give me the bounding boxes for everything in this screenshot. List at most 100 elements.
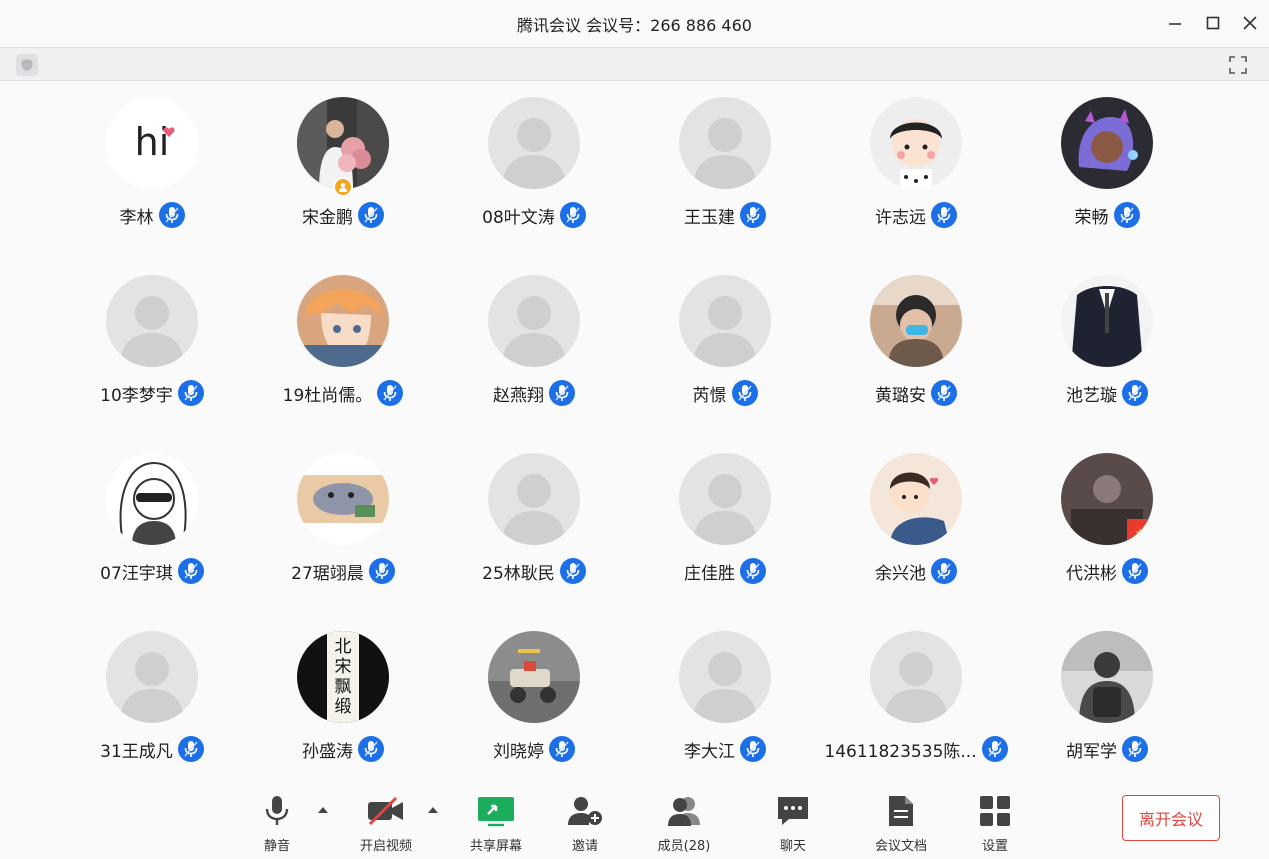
chat-button[interactable]: 聊天 <box>753 793 833 855</box>
security-button[interactable] <box>16 54 38 76</box>
participant-name: 余兴池 <box>875 563 926 584</box>
participant-tile[interactable]: 王玉建 <box>635 81 815 231</box>
microphone-icon <box>184 741 198 757</box>
participant-tile[interactable]: 刘晓婷 <box>444 615 624 765</box>
window-title: 腾讯会议 会议号：266 886 460 <box>517 16 752 35</box>
avatar <box>1061 631 1153 723</box>
participant-tile[interactable]: 胡军学 <box>1017 615 1197 765</box>
mic-status-icon <box>981 736 1008 762</box>
participant-tile[interactable]: 黄璐安 <box>826 259 1006 409</box>
members-button[interactable]: 成员(28) <box>644 793 724 855</box>
mic-status-icon <box>740 736 766 762</box>
mic-status-icon <box>731 380 758 406</box>
mic-status-icon <box>377 380 404 406</box>
avatar <box>870 275 962 367</box>
participant-tile[interactable]: 庄佳胜 <box>635 437 815 587</box>
participant-tile[interactable]: ★ 代洪彬 <box>1017 437 1197 587</box>
avatar <box>297 275 389 367</box>
close-button[interactable] <box>1239 12 1261 34</box>
microphone-icon <box>1128 741 1142 757</box>
participant-name: 代洪彬 <box>1066 563 1117 584</box>
participant-tile[interactable]: 李大江 <box>635 615 815 765</box>
participant-tile[interactable]: 31王成凡 <box>62 615 242 765</box>
microphone-icon <box>1119 207 1134 223</box>
microphone-icon <box>364 207 378 223</box>
participant-name-row: 胡军学 <box>1017 736 1197 762</box>
participant-name-row: 余兴池 <box>826 558 1006 584</box>
participant-name-row: 庄佳胜 <box>635 558 815 584</box>
microphone-icon <box>375 563 389 579</box>
person-icon <box>339 183 347 192</box>
participant-name: 胡军学 <box>1066 741 1117 762</box>
leave-meeting-button[interactable]: 离开会议 <box>1122 795 1220 841</box>
settings-button[interactable]: 设置 <box>955 793 1035 855</box>
fullscreen-icon <box>1229 56 1247 74</box>
participant-tile[interactable]: 14611823535陈... <box>824 615 1008 765</box>
participant-name-row: 池艺璇 <box>1017 380 1197 406</box>
participant-tile[interactable]: 25林耿民 <box>444 437 624 587</box>
participant-tile[interactable]: 芮憬 <box>635 259 815 409</box>
meeting-toolbar: 静音 开启视频 共享屏幕 邀请 成员(28) 聊天 会议文档 设置 离开会议 <box>0 771 1269 859</box>
microphone-icon <box>746 741 760 757</box>
fullscreen-button[interactable] <box>1226 53 1250 77</box>
audio-options-caret[interactable] <box>316 805 330 815</box>
participant-tile[interactable]: hi 李林 <box>62 81 242 231</box>
mic-status-icon <box>1122 736 1148 762</box>
participant-name: 庄佳胜 <box>684 563 735 584</box>
invite-button[interactable]: 邀请 <box>545 793 625 855</box>
participant-name-row: 刘晓婷 <box>444 736 624 762</box>
docs-label: 会议文档 <box>874 839 927 854</box>
avatar <box>488 453 580 545</box>
share-screen-button[interactable]: 共享屏幕 <box>456 793 536 855</box>
participant-tile[interactable]: 10李梦宇 <box>62 259 242 409</box>
mic-status-icon <box>177 736 204 762</box>
avatar <box>870 97 962 189</box>
participant-name-row: 芮憬 <box>635 380 815 406</box>
mic-status-icon <box>740 558 766 584</box>
close-icon <box>1243 16 1257 30</box>
mic-status-icon <box>1122 380 1148 406</box>
maximize-icon <box>1206 16 1220 30</box>
video-options-caret[interactable] <box>426 805 440 815</box>
participant-name-row: 李林 <box>62 202 242 228</box>
mic-status-icon <box>559 202 586 228</box>
participant-tile[interactable]: 07汪宇琪 <box>62 437 242 587</box>
participant-tile[interactable]: 余兴池 <box>826 437 1006 587</box>
participant-tile[interactable]: 08叶文涛 <box>444 81 624 231</box>
participant-tile[interactable]: 池艺璇 <box>1017 259 1197 409</box>
participant-tile[interactable]: 27琚翊晨 <box>253 437 433 587</box>
participant-name-row: 赵燕翔 <box>444 380 624 406</box>
avatar: hi <box>106 97 198 189</box>
minimize-button[interactable] <box>1164 12 1186 34</box>
microphone-icon <box>746 207 760 223</box>
participant-tile[interactable]: 赵燕翔 <box>444 259 624 409</box>
participant-tile[interactable]: 北宋飘缎 孙盛涛 <box>253 615 433 765</box>
participant-name-row: 李大江 <box>635 736 815 762</box>
avatar-calligraphy-text: 北宋飘缎 <box>334 637 352 717</box>
minimize-icon <box>1169 23 1181 25</box>
maximize-button[interactable] <box>1202 12 1224 34</box>
microphone-icon <box>1128 385 1142 401</box>
chevron-up-icon <box>318 807 328 813</box>
participant-name: 07汪宇琪 <box>100 563 173 584</box>
mute-button[interactable]: 静音 <box>237 793 317 855</box>
settings-label: 设置 <box>981 839 1008 854</box>
meeting-docs-button[interactable]: 会议文档 <box>861 793 941 855</box>
participant-tile[interactable]: 荣畅 <box>1017 81 1197 231</box>
participant-tile[interactable]: 许志远 <box>826 81 1006 231</box>
participant-name-row: 31王成凡 <box>62 736 242 762</box>
microphone-icon <box>737 385 752 401</box>
svg-text:★: ★ <box>1135 526 1146 540</box>
start-video-button[interactable]: 开启视频 <box>346 793 426 855</box>
participant-name-row: 宋金鹏 <box>253 202 433 228</box>
participant-name: 许志远 <box>875 207 926 228</box>
participant-name-row: 27琚翊晨 <box>253 558 433 584</box>
share-label: 共享屏幕 <box>469 839 522 854</box>
participant-name-row: 10李梦宇 <box>62 380 242 406</box>
participant-name: 荣畅 <box>1074 207 1109 228</box>
participant-name-row: 孙盛涛 <box>253 736 433 762</box>
participant-tile[interactable]: 19杜尚儒。 <box>253 259 433 409</box>
participant-name-row: 07汪宇琪 <box>62 558 242 584</box>
mic-status-icon <box>358 736 384 762</box>
participant-tile[interactable]: 宋金鹏 <box>253 81 433 231</box>
